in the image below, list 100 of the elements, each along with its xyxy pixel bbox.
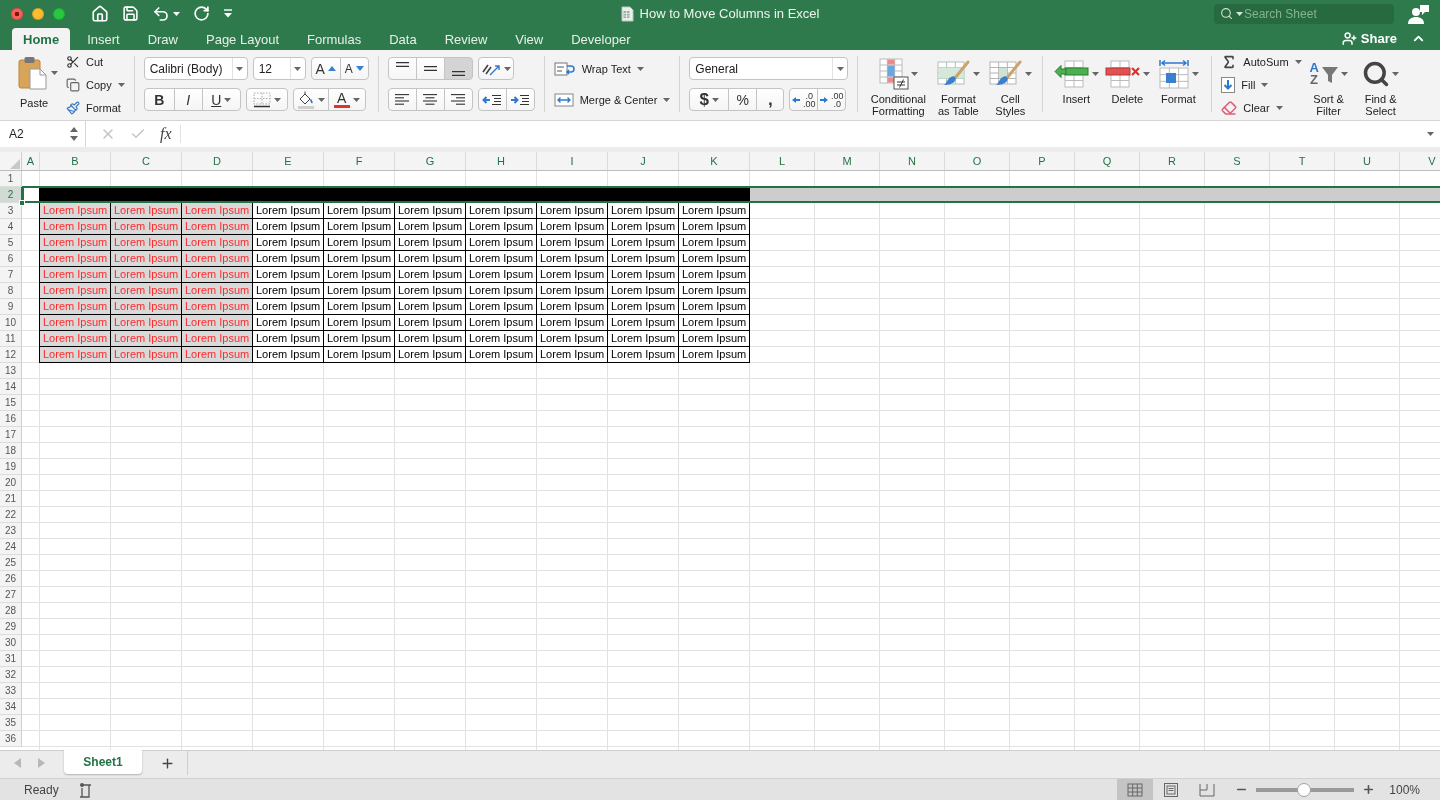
scroll-icon[interactable] — [78, 781, 93, 798]
ribbon-tab[interactable]: Insert — [76, 28, 131, 50]
conditional-formatting-button[interactable]: Conditional Formatting — [867, 50, 930, 117]
row-header[interactable]: 19 — [0, 459, 22, 475]
row-header[interactable]: 4 — [0, 219, 22, 235]
row-header[interactable]: 21 — [0, 491, 22, 507]
row-header[interactable]: 32 — [0, 667, 22, 683]
insert-function-button[interactable]: fx — [160, 125, 172, 143]
row-header[interactable]: 29 — [0, 619, 22, 635]
ribbon-tab[interactable]: Formulas — [296, 28, 373, 50]
column-header[interactable]: M — [815, 152, 880, 170]
orientation-button[interactable] — [477, 57, 514, 80]
borders-button[interactable] — [245, 88, 288, 111]
row-header[interactable]: 14 — [0, 379, 22, 395]
row-header[interactable]: 35 — [0, 715, 22, 731]
bold-button[interactable]: B — [143, 88, 175, 111]
row-header[interactable]: 16 — [0, 411, 22, 427]
zoom-slider-thumb[interactable] — [1297, 782, 1312, 797]
cell-styles-button[interactable]: Cell Styles — [987, 50, 1034, 117]
row-header[interactable]: 27 — [0, 587, 22, 603]
row-header[interactable]: 12 — [0, 347, 22, 363]
row-header[interactable]: 10 — [0, 315, 22, 331]
search-field[interactable]: Search Sheet — [1214, 3, 1394, 24]
row-header[interactable]: 28 — [0, 603, 22, 619]
find-select-button[interactable]: Find & Select — [1355, 50, 1406, 117]
vertical-align-button[interactable] — [415, 57, 445, 80]
increase-indent-button[interactable] — [505, 88, 535, 111]
increase-decimal-button[interactable]: .0 .00 — [789, 88, 819, 111]
ribbon-tab[interactable]: View — [504, 28, 555, 50]
row-header[interactable]: 2 — [0, 187, 22, 203]
up-down-arrows-icon[interactable] — [70, 127, 78, 141]
column-header[interactable]: A — [22, 152, 40, 170]
format-as-table-button[interactable]: Format as Table — [933, 50, 984, 117]
column-header[interactable]: S — [1205, 152, 1270, 170]
column-header[interactable]: C — [111, 152, 182, 170]
vertical-align-button[interactable] — [443, 57, 473, 80]
minimize-button[interactable] — [32, 7, 44, 20]
column-header[interactable]: E — [253, 152, 324, 170]
close-button[interactable] — [11, 7, 23, 20]
column-header[interactable]: B — [40, 152, 111, 170]
row-header[interactable]: 34 — [0, 699, 22, 715]
shrink-font-button[interactable]: A — [339, 57, 369, 80]
ribbon-tab[interactable]: Developer — [560, 28, 642, 50]
font-size-dropdown[interactable]: 12 — [252, 57, 306, 80]
decrease-decimal-button[interactable]: .00 .0 — [817, 88, 847, 111]
row-header[interactable]: 26 — [0, 571, 22, 587]
delete-button[interactable]: Delete — [1103, 50, 1152, 105]
row-header[interactable]: 18 — [0, 443, 22, 459]
cut-button[interactable]: Cut — [66, 52, 125, 71]
row-header[interactable]: 7 — [0, 267, 22, 283]
row-header[interactable]: 5 — [0, 235, 22, 251]
column-header[interactable]: G — [395, 152, 466, 170]
grow-font-button[interactable]: A — [310, 57, 341, 80]
column-header[interactable]: R — [1140, 152, 1205, 170]
view-button[interactable] — [1117, 779, 1154, 800]
undo-icon[interactable] — [152, 4, 170, 23]
row-header[interactable]: 13 — [0, 363, 22, 379]
fill-button[interactable]: Fill — [1221, 75, 1302, 94]
row-header[interactable]: 23 — [0, 523, 22, 539]
home-icon[interactable] — [91, 4, 109, 23]
clear-button[interactable]: Clear — [1221, 98, 1302, 117]
plus-icon[interactable] — [160, 755, 175, 771]
row-header[interactable]: 20 — [0, 475, 22, 491]
row-header[interactable]: 17 — [0, 427, 22, 443]
horizontal-align-button[interactable] — [415, 88, 445, 111]
underline-button[interactable]: U — [201, 88, 241, 111]
ribbon-tab[interactable]: Page Layout — [195, 28, 290, 50]
format-button[interactable]: Format — [1154, 50, 1203, 105]
comma-style-button[interactable]: , — [756, 88, 785, 111]
column-header[interactable]: L — [750, 152, 815, 170]
column-header[interactable]: F — [324, 152, 395, 170]
person-icon[interactable] — [1408, 3, 1430, 24]
column-header[interactable]: O — [945, 152, 1010, 170]
insert-button[interactable]: Insert — [1052, 50, 1101, 105]
row-header[interactable]: 25 — [0, 555, 22, 571]
format-painter-button[interactable]: Format — [66, 98, 125, 117]
column-header[interactable]: Q — [1075, 152, 1140, 170]
row-header[interactable]: 9 — [0, 299, 22, 315]
row-header[interactable]: 30 — [0, 635, 22, 651]
fill-color-button[interactable] — [292, 88, 329, 111]
row-header[interactable]: 31 — [0, 651, 22, 667]
column-header[interactable]: U — [1335, 152, 1400, 170]
copy-button[interactable]: Copy — [66, 75, 125, 94]
row-header[interactable]: 6 — [0, 251, 22, 267]
name-box[interactable]: A2 — [0, 121, 86, 147]
merge-center-button[interactable]: Merge & Center — [553, 88, 671, 111]
number-format-dropdown[interactable]: General — [689, 57, 849, 80]
row-header[interactable]: 1 — [0, 171, 22, 187]
sheet-tab[interactable]: Sheet1 — [64, 750, 142, 774]
percent-button[interactable]: % — [728, 88, 758, 111]
save-icon[interactable] — [122, 5, 139, 22]
horizontal-align-button[interactable] — [387, 88, 417, 111]
sort-filter-button[interactable]: A Z Sort & Filter — [1305, 50, 1352, 117]
font-color-button[interactable]: A — [327, 88, 366, 111]
column-header[interactable]: T — [1270, 152, 1335, 170]
row-header[interactable]: 33 — [0, 683, 22, 699]
ribbon-tab[interactable]: Draw — [136, 28, 189, 50]
column-header[interactable]: I — [537, 152, 608, 170]
horizontal-align-button[interactable] — [443, 88, 473, 111]
fill-handle[interactable] — [19, 200, 25, 206]
